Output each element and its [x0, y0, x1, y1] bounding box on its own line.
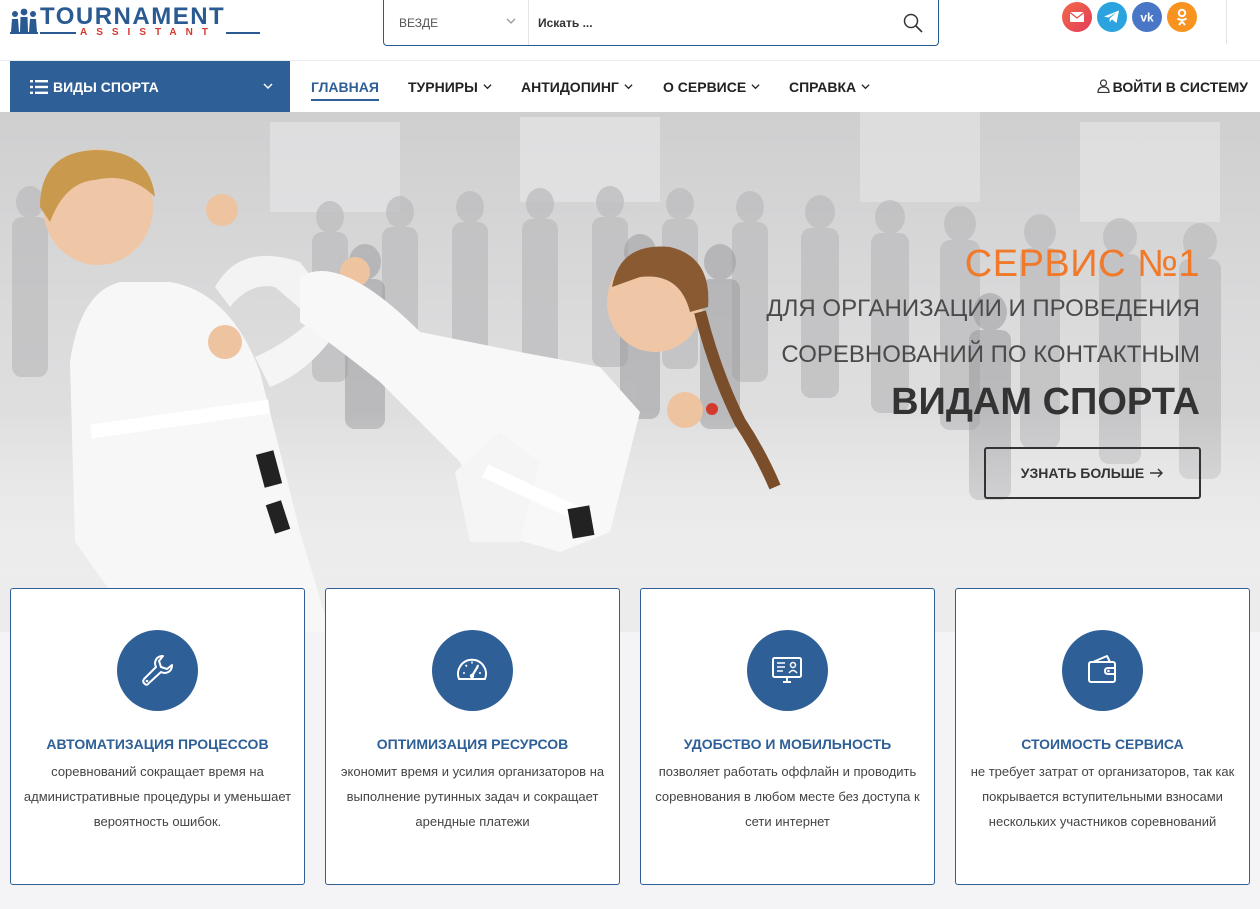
vk-icon: vk	[1140, 11, 1154, 25]
logo-rule-right	[226, 32, 260, 34]
learn-more-label: УЗНАТЬ БОЛЬШЕ	[1020, 465, 1145, 481]
user-icon	[1096, 79, 1110, 93]
feature-card-automation: АВТОМАТИЗАЦИЯ ПРОЦЕССОВ соревнований сок…	[10, 588, 305, 885]
chevron-down-icon	[483, 84, 492, 90]
sports-menu-label: ВИДЫ СПОРТА	[53, 79, 159, 95]
list-icon	[30, 80, 48, 94]
login-link[interactable]: ВОЙТИ В СИСТЕМУ	[1096, 79, 1248, 95]
feature-title: СТОИМОСТЬ СЕРВИСА	[1021, 736, 1184, 752]
feature-icon-badge	[1062, 630, 1143, 711]
main-navigation: ВИДЫ СПОРТА ГЛАВНАЯ ТУРНИРЫ АНТИДОПИНГ О…	[0, 61, 1260, 112]
feature-icon-badge	[117, 630, 198, 711]
sports-menu-button[interactable]: ВИДЫ СПОРТА	[10, 61, 290, 112]
nav-item-home[interactable]: ГЛАВНАЯ	[311, 79, 379, 101]
feature-title: АВТОМАТИЗАЦИЯ ПРОЦЕССОВ	[46, 736, 269, 752]
logo-title: TOURNAMENT	[40, 3, 226, 30]
odnoklassniki-icon	[1176, 8, 1188, 26]
chevron-down-icon	[506, 18, 516, 24]
chevron-down-icon	[861, 84, 870, 90]
hero-text-block: СЕРВИС №1 ДЛЯ ОРГАНИЗАЦИИ И ПРОВЕДЕНИЯ С…	[766, 242, 1200, 428]
top-header: TOURNAMENT ASSISTANT ВЕЗДЕ Искать ... vk	[0, 0, 1260, 61]
search-scope-value: ВЕЗДЕ	[399, 16, 439, 30]
nav-item-label: АНТИДОПИНГ	[521, 79, 619, 95]
vk-social-button[interactable]: vk	[1132, 2, 1162, 32]
feature-card-mobility: УДОБСТВО И МОБИЛЬНОСТЬ позволяет работат…	[640, 588, 935, 885]
people-icon	[10, 8, 38, 34]
header-divider	[1226, 0, 1227, 44]
nav-item-label: ГЛАВНАЯ	[311, 79, 379, 95]
hero-emphasis: ВИДАМ СПОРТА	[891, 381, 1200, 423]
wallet-icon	[1088, 655, 1116, 683]
arrow-right-icon	[1150, 468, 1164, 478]
learn-more-button[interactable]: УЗНАТЬ БОЛЬШЕ	[984, 447, 1201, 499]
site-logo[interactable]: TOURNAMENT ASSISTANT	[10, 3, 262, 40]
mail-icon	[1069, 12, 1085, 22]
search-input[interactable]	[530, 0, 890, 45]
hero-line-1: ДЛЯ ОРГАНИЗАЦИИ И ПРОВЕДЕНИЯ	[766, 295, 1200, 322]
chevron-down-icon	[263, 83, 273, 90]
feature-card-optimization: ОПТИМИЗАЦИЯ РЕСУРСОВ экономит время и ус…	[325, 588, 620, 885]
monitor-icon	[772, 657, 802, 683]
feature-title: УДОБСТВО И МОБИЛЬНОСТЬ	[683, 736, 892, 752]
feature-text: экономит время и усилия организаторов на…	[340, 764, 605, 829]
nav-item-label: СПРАВКА	[789, 79, 857, 95]
feature-title: ОПТИМИЗАЦИЯ РЕСУРСОВ	[376, 736, 569, 752]
nav-item-tournaments[interactable]: ТУРНИРЫ	[408, 79, 492, 95]
telegram-icon	[1104, 10, 1119, 23]
feature-text: позволяет работать оффлайн и проводить с…	[655, 764, 920, 829]
search-bar: ВЕЗДЕ	[383, 0, 939, 46]
gauge-icon	[457, 658, 487, 680]
feature-text: не требует затрат от организаторов, так …	[970, 764, 1235, 829]
nav-item-antidoping[interactable]: АНТИДОПИНГ	[521, 79, 633, 95]
hero-banner: СЕРВИС №1 ДЛЯ ОРГАНИЗАЦИИ И ПРОВЕДЕНИЯ С…	[0, 112, 1260, 632]
chevron-down-icon	[624, 84, 633, 90]
nav-item-help[interactable]: СПРАВКА	[789, 79, 870, 95]
nav-item-label: О СЕРВИСЕ	[663, 79, 747, 95]
chevron-down-icon	[751, 84, 760, 90]
svg-text:vk: vk	[1140, 11, 1154, 25]
ok-social-button[interactable]	[1167, 2, 1197, 32]
login-label: ВОЙТИ В СИСТЕМУ	[1112, 79, 1248, 95]
search-scope-select[interactable]: ВЕЗДЕ	[384, 0, 529, 45]
email-social-button[interactable]	[1062, 2, 1092, 32]
nav-item-about[interactable]: О СЕРВИСЕ	[663, 79, 760, 95]
logo-rule-left	[40, 32, 76, 34]
search-icon[interactable]	[902, 12, 924, 34]
wrench-icon	[142, 655, 173, 686]
feature-card-cost: СТОИМОСТЬ СЕРВИСА не требует затрат от о…	[955, 588, 1250, 885]
feature-icon-badge	[747, 630, 828, 711]
telegram-social-button[interactable]	[1097, 2, 1127, 32]
hero-title: СЕРВИС №1	[964, 243, 1200, 285]
nav-item-label: ТУРНИРЫ	[408, 79, 478, 95]
logo-subtitle: ASSISTANT	[80, 27, 217, 38]
feature-icon-badge	[432, 630, 513, 711]
hero-line-2: СОРЕВНОВАНИЙ ПО КОНТАКТНЫМ	[781, 341, 1200, 368]
feature-text: соревнований сокращает время на админист…	[23, 764, 292, 829]
